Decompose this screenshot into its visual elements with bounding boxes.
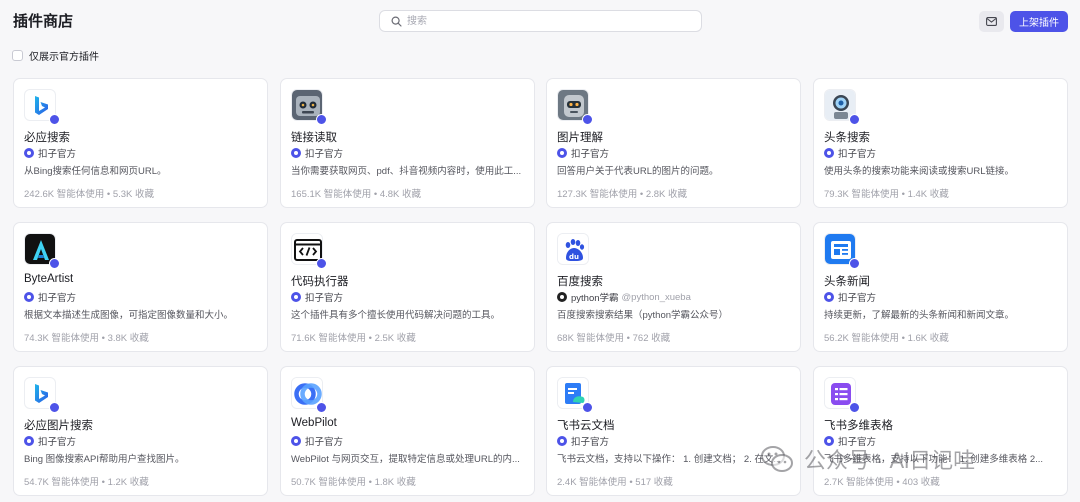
plugin-stats: 242.6K 智能体使用 • 5.3K 收藏 <box>24 189 155 200</box>
plugin-name: 代码执行器 <box>291 276 349 288</box>
plugin-author: 扣子官方 <box>557 147 609 160</box>
author-avatar-icon <box>24 148 34 158</box>
plugin-card-bing-image-search[interactable]: 必应图片搜索 扣子官方 Bing 图像搜索API帮助用户查找图片。 54.7K … <box>13 366 268 496</box>
plugin-name: 百度搜索 <box>557 276 603 288</box>
author-avatar-icon <box>557 292 567 302</box>
official-badge-icon <box>849 258 860 269</box>
plugin-card-image-understanding[interactable]: 图片理解 扣子官方 回答用户关于代表URL的图片的问题。 127.3K 智能体使… <box>546 78 801 208</box>
plugin-stats: 68K 智能体使用 • 762 收藏 <box>557 333 671 344</box>
author-avatar-icon <box>291 292 301 302</box>
author-avatar-icon <box>824 292 834 302</box>
plugin-description: 使用头条的搜索功能来阅读或搜索URL链接。 <box>824 166 1015 177</box>
plugin-stats: 50.7K 智能体使用 • 1.8K 收藏 <box>291 477 416 488</box>
plugin-author: 扣子官方 <box>24 435 76 448</box>
search-input[interactable] <box>407 13 687 29</box>
watermark-text: 公众号 · Ai日记哇 <box>804 448 976 473</box>
search-icon <box>391 16 402 27</box>
official-badge-icon <box>316 114 327 125</box>
official-only-checkbox[interactable] <box>12 49 23 61</box>
plugin-description: Bing 图像搜索API帮助用户查找图片。 <box>24 454 185 465</box>
publish-plugin-button[interactable]: 上架插件 <box>1010 11 1068 32</box>
plugin-stats: 56.2K 智能体使用 • 1.6K 收藏 <box>824 333 949 344</box>
plugin-card-toutiao-news[interactable]: 头条新闻 扣子官方 持续更新，了解最新的头条新闻和新闻文章。 56.2K 智能体… <box>813 222 1068 352</box>
plugin-stats: 54.7K 智能体使用 • 1.2K 收藏 <box>24 477 149 488</box>
plugin-description: 回答用户关于代表URL的图片的问题。 <box>557 166 719 177</box>
plugin-card-toutiao-search[interactable]: 头条搜索 扣子官方 使用头条的搜索功能来阅读或搜索URL链接。 79.3K 智能… <box>813 78 1068 208</box>
plugin-stats: 165.1K 智能体使用 • 4.8K 收藏 <box>291 189 422 200</box>
plugin-author: 扣子官方 <box>291 435 343 448</box>
plugin-author: 扣子官方 <box>291 291 343 304</box>
plugin-stats: 2.4K 智能体使用 • 517 收藏 <box>557 477 673 488</box>
plugin-description: WebPilot 与网页交互，提取特定信息或处理URL的内... <box>291 454 520 465</box>
plugin-name: 飞书多维表格 <box>824 420 893 432</box>
header: 插件商店 上架插件 <box>0 0 1080 44</box>
plugin-description: 飞书云文档，支持以下操作： 1. 创建文档； 2. 在文... <box>557 454 782 465</box>
author-avatar-icon <box>557 436 567 446</box>
plugin-name: 头条新闻 <box>824 276 870 288</box>
author-avatar-icon <box>824 148 834 158</box>
plugin-card-bing-search[interactable]: 必应搜索 扣子官方 从Bing搜索任何信息和网页URL。 242.6K 智能体使… <box>13 78 268 208</box>
plugin-card-feishu-bitable[interactable]: 飞书多维表格 扣子官方 飞书多维表格，支持以下功能： 1. 创建多维表格 2..… <box>813 366 1068 496</box>
plugin-card-feishu-docs[interactable]: 飞书云文档 扣子官方 飞书云文档，支持以下操作： 1. 创建文档； 2. 在文.… <box>546 366 801 496</box>
baidu-icon: du <box>557 233 589 265</box>
author-handle: @python_xueba <box>621 291 691 303</box>
author-avatar-icon <box>24 292 34 302</box>
plugin-description: 这个插件具有多个擅长使用代码解决问题的工具。 <box>291 310 501 321</box>
plugin-card-baidu-search[interactable]: du 百度搜索 python学霸 @python_xueba 百度搜索搜索结果（p… <box>546 222 801 352</box>
plugin-name: WebPilot <box>291 417 337 429</box>
plugin-name: 必应图片搜索 <box>24 420 93 432</box>
official-badge-icon <box>316 402 327 413</box>
plugin-author: 扣子官方 <box>824 147 876 160</box>
official-badge-icon <box>582 402 593 413</box>
plugin-author: 扣子官方 <box>291 147 343 160</box>
author-avatar-icon <box>291 148 301 158</box>
inbox-button[interactable] <box>979 11 1004 32</box>
official-badge-icon <box>316 258 327 269</box>
plugin-author: 扣子官方 <box>24 291 76 304</box>
official-badge-icon <box>49 258 60 269</box>
plugin-card-webpilot[interactable]: WebPilot 扣子官方 WebPilot 与网页交互，提取特定信息或处理UR… <box>280 366 535 496</box>
official-only-filter[interactable]: 仅展示官方插件 <box>12 48 99 63</box>
plugin-description: 从Bing搜索任何信息和网页URL。 <box>24 166 167 177</box>
official-badge-icon <box>49 114 60 125</box>
wechat-icon <box>761 446 793 472</box>
plugin-stats: 2.7K 智能体使用 • 403 收藏 <box>824 477 940 488</box>
official-badge-icon <box>849 402 860 413</box>
search-bar[interactable] <box>379 10 702 32</box>
plugin-author: python学霸 @python_xueba <box>557 291 691 304</box>
svg-text:du: du <box>569 253 579 261</box>
plugin-name: ByteArtist <box>24 273 74 285</box>
official-badge-icon <box>582 114 593 125</box>
plugin-name: 链接读取 <box>291 132 337 144</box>
plugin-stats: 127.3K 智能体使用 • 2.8K 收藏 <box>557 189 688 200</box>
plugin-card-code-executor[interactable]: 代码执行器 扣子官方 这个插件具有多个擅长使用代码解决问题的工具。 71.6K … <box>280 222 535 352</box>
plugin-description: 根据文本描述生成图像，可指定图像数量和大小。 <box>24 310 234 321</box>
plugin-stats: 74.3K 智能体使用 • 3.8K 收藏 <box>24 333 149 344</box>
official-badge-icon <box>49 402 60 413</box>
page-title: 插件商店 <box>13 13 74 30</box>
author-avatar-icon <box>24 436 34 446</box>
author-avatar-icon <box>291 436 301 446</box>
plugin-name: 图片理解 <box>557 132 603 144</box>
plugin-card-byteartist[interactable]: ByteArtist 扣子官方 根据文本描述生成图像，可指定图像数量和大小。 7… <box>13 222 268 352</box>
plugin-card-link-reader[interactable]: 链接读取 扣子官方 当你需要获取网页、pdf、抖音视频内容时，使用此工... 1… <box>280 78 535 208</box>
plugin-description: 持续更新，了解最新的头条新闻和新闻文章。 <box>824 310 1015 321</box>
plugin-name: 飞书云文档 <box>557 420 615 432</box>
plugin-author: 扣子官方 <box>557 435 609 448</box>
plugin-description: 百度搜索搜索结果（python学霸公众号） <box>557 310 729 321</box>
plugin-author: 扣子官方 <box>824 291 876 304</box>
author-avatar-icon <box>557 148 567 158</box>
official-badge-icon <box>849 114 860 125</box>
plugin-name: 头条搜索 <box>824 132 870 144</box>
plugin-stats: 79.3K 智能体使用 • 1.4K 收藏 <box>824 189 949 200</box>
plugin-description: 当你需要获取网页、pdf、抖音视频内容时，使用此工... <box>291 166 522 177</box>
official-only-label: 仅展示官方插件 <box>29 51 99 63</box>
mail-icon <box>986 17 997 26</box>
plugin-stats: 71.6K 智能体使用 • 2.5K 收藏 <box>291 333 416 344</box>
plugin-name: 必应搜索 <box>24 132 70 144</box>
plugin-author: 扣子官方 <box>24 147 76 160</box>
watermark: 公众号 · Ai日记哇 <box>760 442 975 476</box>
